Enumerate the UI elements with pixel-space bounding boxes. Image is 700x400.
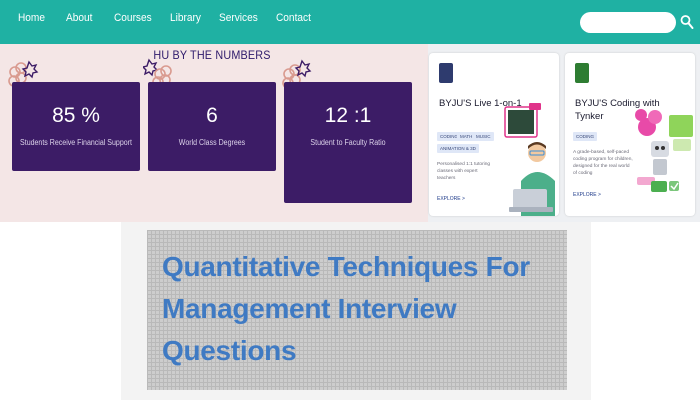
nav-about-link[interactable]: About	[66, 12, 92, 24]
byjus-logo-icon	[439, 63, 453, 83]
category-chip: ANIMATION & 3D	[437, 144, 479, 153]
nav-library-link[interactable]: Library	[170, 12, 201, 24]
stat-value: 12 :1	[324, 104, 372, 127]
search-input[interactable]	[580, 12, 676, 33]
stat-value: 85 %	[52, 104, 100, 127]
top-navbar: Home About Courses Library Services Cont…	[0, 0, 700, 44]
coding-robot-illustration-icon	[635, 109, 693, 192]
stats-title: HU BY THE NUMBERS	[153, 48, 271, 62]
article-headline: Quantitative Techniques For Management I…	[162, 251, 530, 366]
stat-label: Students Receive Financial Support	[20, 138, 132, 147]
stat-label: World Class Degrees	[178, 138, 246, 147]
stat-label: Student to Faculty Ratio	[310, 138, 386, 147]
stat-card: 12 :1 Student to Faculty Ratio	[284, 82, 412, 203]
nav-services-link[interactable]: Services	[219, 12, 258, 24]
nav-home-link[interactable]: Home	[18, 12, 45, 24]
promo-card-live[interactable]: BYJU'S Live 1-on-1 CODING MATH MUSIC ANI…	[429, 53, 559, 216]
explore-link[interactable]: EXPLORE >	[437, 196, 465, 202]
nav-contact-link[interactable]: Contact	[276, 12, 311, 24]
stat-card: 6 World Class Degrees	[148, 82, 276, 171]
stat-card: 85 % Students Receive Financial Support	[12, 82, 140, 171]
nav-courses-link[interactable]: Courses	[114, 12, 152, 24]
category-chip: CODING	[573, 132, 597, 141]
search-icon[interactable]	[680, 14, 694, 30]
student-laptop-illustration-icon	[504, 103, 555, 216]
category-chip: MUSIC	[473, 132, 494, 141]
explore-link[interactable]: EXPLORE >	[573, 192, 601, 198]
stat-value: 6	[206, 104, 218, 127]
promo-description: A grade-based, self-paced coding program…	[573, 150, 633, 176]
promo-card-coding[interactable]: BYJU'S Coding with Tynker CODING A grade…	[565, 53, 695, 216]
byjus-logo-icon	[575, 63, 589, 83]
promo-description: Personalised 1:1 tutoring classes with e…	[437, 162, 491, 181]
